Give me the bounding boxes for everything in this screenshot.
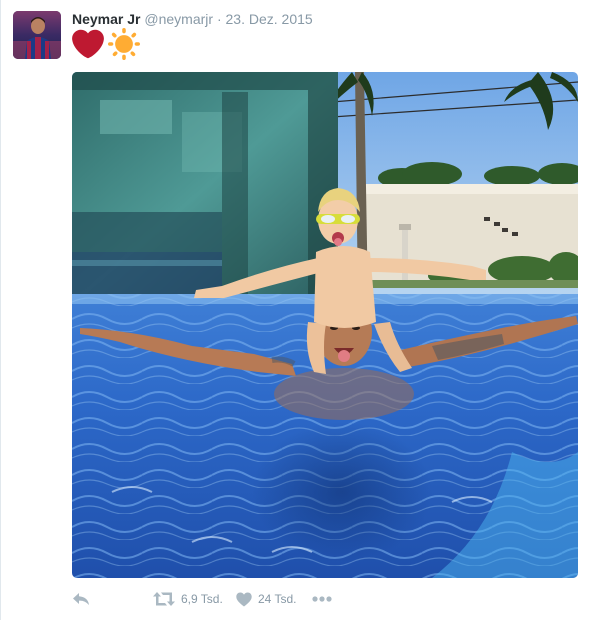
reply-icon [73, 593, 89, 605]
reply-button[interactable] [72, 588, 90, 610]
retweet-button[interactable]: 6,9 Tsd. [153, 588, 223, 610]
tweet-timestamp[interactable]: 23. Dez. 2015 [226, 11, 313, 27]
tweet-text [72, 28, 140, 60]
pool-photo [72, 72, 578, 578]
avatar-image [13, 11, 61, 59]
like-button[interactable]: 24 Tsd. [236, 588, 296, 610]
more-button[interactable] [312, 588, 332, 610]
author-fullname[interactable]: Neymar Jr [72, 11, 141, 27]
heart-emoji [72, 29, 104, 59]
tweet-header: Neymar Jr @neymarjr · 23. Dez. 2015 [72, 10, 313, 28]
heart-icon [236, 592, 252, 606]
like-count: 24 Tsd. [258, 592, 297, 606]
author-username[interactable]: @neymarjr [144, 11, 213, 27]
header-separator: · [216, 11, 222, 27]
avatar[interactable] [13, 11, 61, 59]
sun-emoji [108, 28, 140, 60]
tweet-card: Neymar Jr @neymarjr · 23. Dez. 2015 6,9 … [0, 0, 589, 620]
retweet-icon [153, 592, 175, 606]
retweet-count: 6,9 Tsd. [181, 592, 223, 606]
more-icon [312, 596, 332, 602]
tweet-actions: 6,9 Tsd. 24 Tsd. [72, 588, 578, 610]
tweet-photo[interactable] [72, 72, 578, 578]
